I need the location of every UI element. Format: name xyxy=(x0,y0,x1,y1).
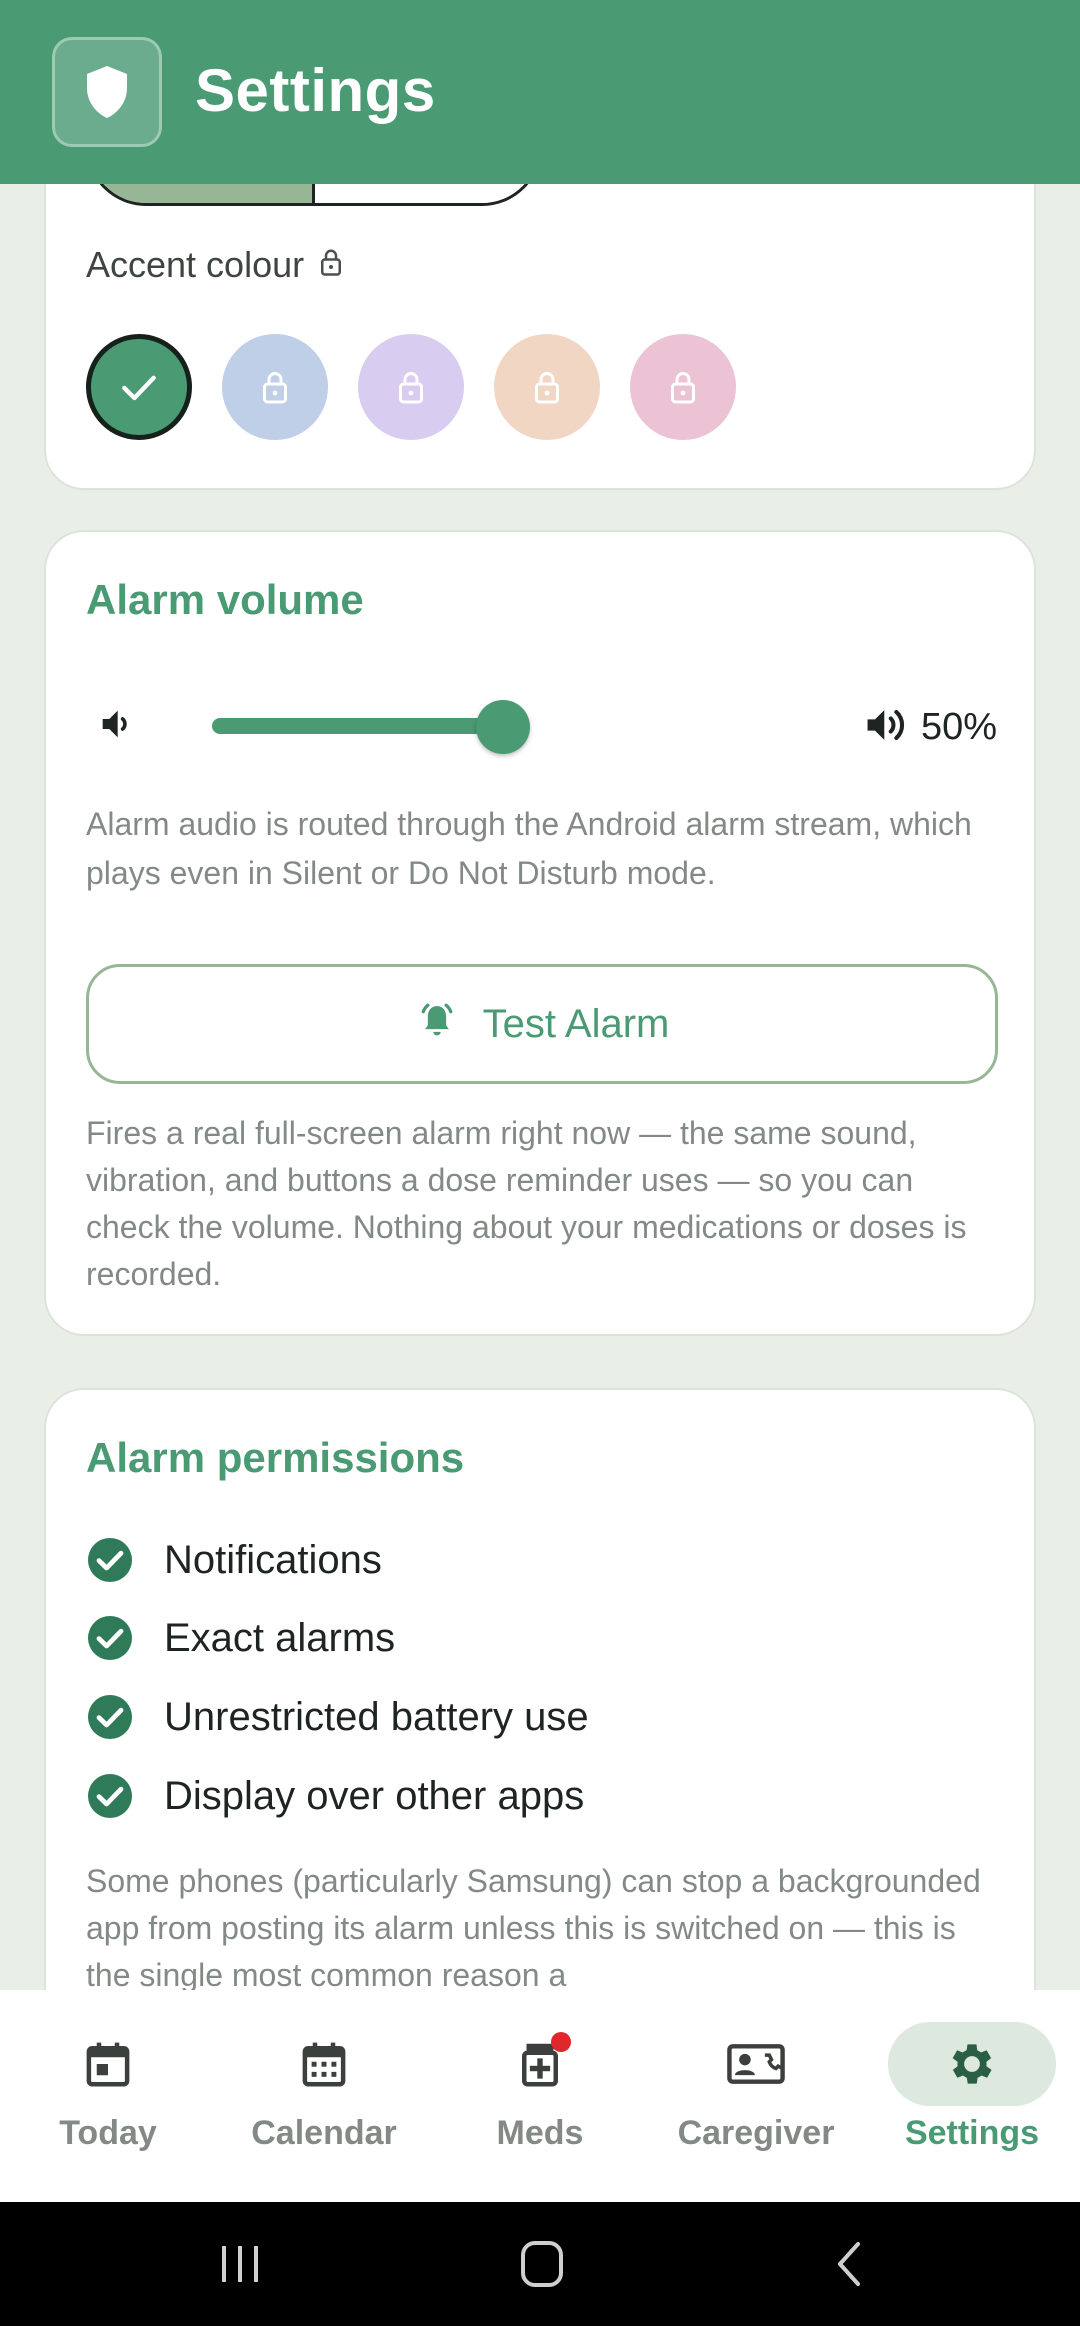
volume-slider-thumb[interactable] xyxy=(476,700,530,754)
segment-option-selected[interactable] xyxy=(89,184,315,203)
lock-icon xyxy=(535,372,559,404)
nav-item-settings[interactable]: Settings xyxy=(864,1990,1080,2202)
permissions-note: Some phones (particularly Samsung) can s… xyxy=(86,1863,981,1990)
nav-pill[interactable] xyxy=(240,2022,408,2106)
accent-swatch-peach[interactable] xyxy=(494,334,600,440)
page-title: Settings xyxy=(195,57,436,124)
nav-item-calendar[interactable]: Calendar xyxy=(216,1990,432,2202)
alarm-bell-icon xyxy=(415,997,459,1051)
check-circle-icon xyxy=(88,1695,132,1739)
nav-pill-active[interactable] xyxy=(888,2022,1056,2106)
check-icon xyxy=(122,375,156,401)
nav-label-meds: Meds xyxy=(496,2114,584,2152)
system-navigation-bar xyxy=(0,2202,1080,2326)
check-circle-icon xyxy=(88,1538,132,1582)
theme-card: Accent colour xyxy=(44,184,1036,490)
recent-apps-icon[interactable] xyxy=(218,2242,264,2291)
nav-label-calendar: Calendar xyxy=(251,2114,397,2152)
gear-icon xyxy=(952,2044,992,2084)
permission-item[interactable]: Exact alarms xyxy=(86,1614,395,1662)
permission-item[interactable]: Unrestricted battery use xyxy=(86,1693,589,1741)
settings-scroll-area[interactable]: Accent colour Alarm volume 50% Alarm aud… xyxy=(0,184,1080,1990)
test-alarm-label: Test Alarm xyxy=(482,1001,670,1046)
alarm-permissions-title: Alarm permissions xyxy=(86,1434,465,1481)
nav-pill[interactable] xyxy=(672,2022,840,2106)
permission-label: Display over other apps xyxy=(164,1773,585,1818)
volume-low-icon xyxy=(96,704,136,749)
nav-item-meds[interactable]: Meds xyxy=(432,1990,648,2202)
nav-item-today[interactable]: Today xyxy=(0,1990,216,2202)
back-icon[interactable] xyxy=(832,2240,864,2293)
accent-swatch-pink[interactable] xyxy=(630,334,736,440)
lock-icon xyxy=(263,372,287,404)
lock-icon xyxy=(318,244,344,286)
alarm-volume-card: Alarm volume 50% Alarm audio is routed t… xyxy=(44,530,1036,1336)
nav-label-today: Today xyxy=(59,2114,157,2152)
shield-icon xyxy=(52,37,162,147)
accent-swatch-blue[interactable] xyxy=(222,334,328,440)
permission-label: Exact alarms xyxy=(164,1615,396,1660)
nav-pill[interactable] xyxy=(456,2022,624,2106)
volume-percent: 50% xyxy=(921,706,998,748)
lock-icon xyxy=(399,372,423,404)
accent-colour-label-text: Accent colour xyxy=(86,244,305,285)
permission-label: Unrestricted battery use xyxy=(164,1694,589,1739)
calendar-month-icon xyxy=(302,2042,346,2087)
calendar-today-icon xyxy=(86,2042,130,2087)
home-icon[interactable] xyxy=(520,2240,564,2293)
alarm-permissions-card: Alarm permissions Notifications Exact al… xyxy=(44,1388,1036,1990)
alarm-volume-title: Alarm volume xyxy=(86,576,364,623)
accent-swatch-lavender[interactable] xyxy=(358,334,464,440)
test-alarm-description: Fires a real full-screen alarm right now… xyxy=(86,1115,967,1292)
nav-label-caregiver: Caregiver xyxy=(677,2114,835,2152)
check-circle-icon xyxy=(88,1616,132,1660)
nav-item-caregiver[interactable]: Caregiver xyxy=(648,1990,864,2202)
volume-slider-track[interactable] xyxy=(212,718,504,734)
nav-label-settings: Settings xyxy=(904,2114,1040,2152)
theme-mode-segmented-control[interactable] xyxy=(86,184,542,206)
test-alarm-button[interactable]: Test Alarm xyxy=(86,964,998,1084)
lock-icon xyxy=(671,372,695,404)
contact-phone-icon xyxy=(727,2044,785,2084)
permission-label: Notifications xyxy=(164,1537,382,1582)
app-bar: Settings xyxy=(0,0,1080,184)
volume-high-icon xyxy=(862,702,914,753)
alarm-volume-description: Alarm audio is routed through the Androi… xyxy=(86,806,972,891)
accent-swatch-green[interactable] xyxy=(86,334,192,440)
nav-pill[interactable] xyxy=(24,2022,192,2106)
check-circle-icon xyxy=(88,1774,132,1818)
permission-item[interactable]: Display over other apps xyxy=(86,1772,584,1820)
permission-item[interactable]: Notifications xyxy=(86,1536,382,1584)
bottom-navigation: Today Calendar Meds Caregiver Settings xyxy=(0,1990,1080,2202)
accent-colour-label: Accent colour xyxy=(86,244,344,286)
notification-badge xyxy=(551,2032,571,2052)
segment-option[interactable] xyxy=(315,184,539,203)
